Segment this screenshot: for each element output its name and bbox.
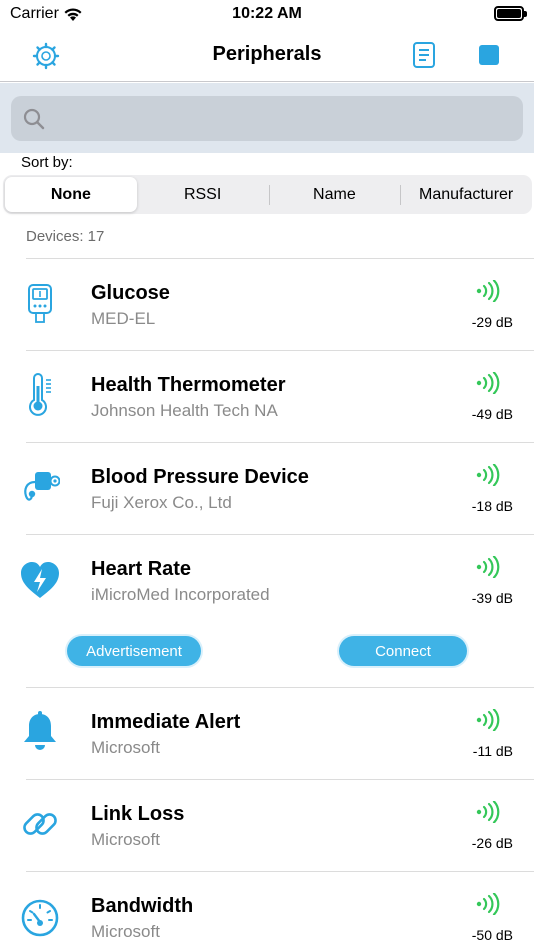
page-title: Peripherals (212, 43, 322, 65)
device-manufacturer: Fuji Xerox Co., Ltd (91, 493, 232, 512)
navigation-bar: Peripherals (0, 30, 534, 82)
signal-strength-icon (476, 893, 500, 915)
device-row[interactable]: Bandwidth Microsoft -50 dB (0, 871, 534, 950)
device-name: Bandwidth (91, 895, 194, 917)
advertisement-button[interactable]: Advertisement (67, 636, 201, 666)
thermometer-icon (29, 373, 51, 416)
signal-strength-icon (476, 280, 500, 302)
sort-label: Sort by: (21, 154, 73, 171)
device-name: Glucose (91, 282, 170, 304)
device-row[interactable]: Heart Rate iMicroMed Incorporated -39 dB… (0, 534, 534, 687)
glucose-meter-icon (28, 284, 52, 323)
device-rssi: -11 dB (472, 743, 513, 759)
battery-icon (494, 6, 527, 21)
link-icon (23, 813, 57, 835)
status-bar: Carrier 10:22 AM (0, 0, 534, 30)
device-manufacturer: Microsoft (91, 922, 160, 941)
signal-strength-icon (476, 556, 500, 578)
device-name: Immediate Alert (91, 711, 241, 733)
search-input[interactable] (11, 96, 523, 141)
device-rssi: -49 dB (471, 406, 513, 422)
blood-pressure-icon (24, 472, 60, 501)
signal-strength-icon (476, 801, 500, 823)
device-row[interactable]: Immediate Alert Microsoft -11 dB (0, 687, 534, 779)
device-manufacturer: Microsoft (91, 738, 160, 757)
sort-option-manufacturer[interactable]: Manufacturer (400, 177, 532, 212)
search-area (0, 83, 534, 153)
device-rssi: -26 dB (471, 835, 513, 851)
signal-strength-icon (476, 464, 500, 486)
sort-option-none[interactable]: None (5, 177, 137, 212)
sort-segmented-control: None RSSI Name Manufacturer (3, 175, 532, 214)
stop-scan-icon[interactable] (479, 45, 499, 65)
device-manufacturer: Johnson Health Tech NA (91, 401, 278, 420)
signal-strength-icon (476, 709, 500, 731)
sort-option-name[interactable]: Name (268, 177, 401, 212)
device-count: Devices: 17 (26, 228, 105, 245)
device-rssi: -50 dB (471, 927, 513, 943)
search-icon (23, 108, 45, 130)
device-rssi: -18 dB (471, 498, 513, 514)
device-manufacturer: iMicroMed Incorporated (91, 585, 270, 604)
device-name: Heart Rate (91, 558, 192, 580)
device-name: Link Loss (91, 803, 185, 825)
device-rssi: -29 dB (471, 314, 513, 330)
device-manufacturer: Microsoft (91, 830, 160, 849)
sort-option-rssi[interactable]: RSSI (137, 177, 269, 212)
signal-strength-icon (476, 372, 500, 394)
device-manufacturer: MED-EL (91, 309, 156, 328)
heart-rate-icon (21, 562, 59, 598)
device-name: Blood Pressure Device (91, 466, 309, 488)
device-row[interactable]: Health Thermometer Johnson Health Tech N… (0, 350, 534, 442)
device-row[interactable]: Glucose MED-EL -29 dB (0, 258, 534, 350)
device-rssi: -39 dB (471, 590, 513, 606)
device-row[interactable]: Blood Pressure Device Fuji Xerox Co., Lt… (0, 442, 534, 534)
device-name: Health Thermometer (91, 374, 286, 396)
status-time: 10:22 AM (232, 5, 302, 22)
device-row[interactable]: Link Loss Microsoft -26 dB (0, 779, 534, 871)
gauge-icon (21, 899, 59, 937)
bell-icon (24, 711, 56, 750)
log-document-icon[interactable] (412, 41, 436, 69)
connect-button[interactable]: Connect (339, 636, 467, 666)
